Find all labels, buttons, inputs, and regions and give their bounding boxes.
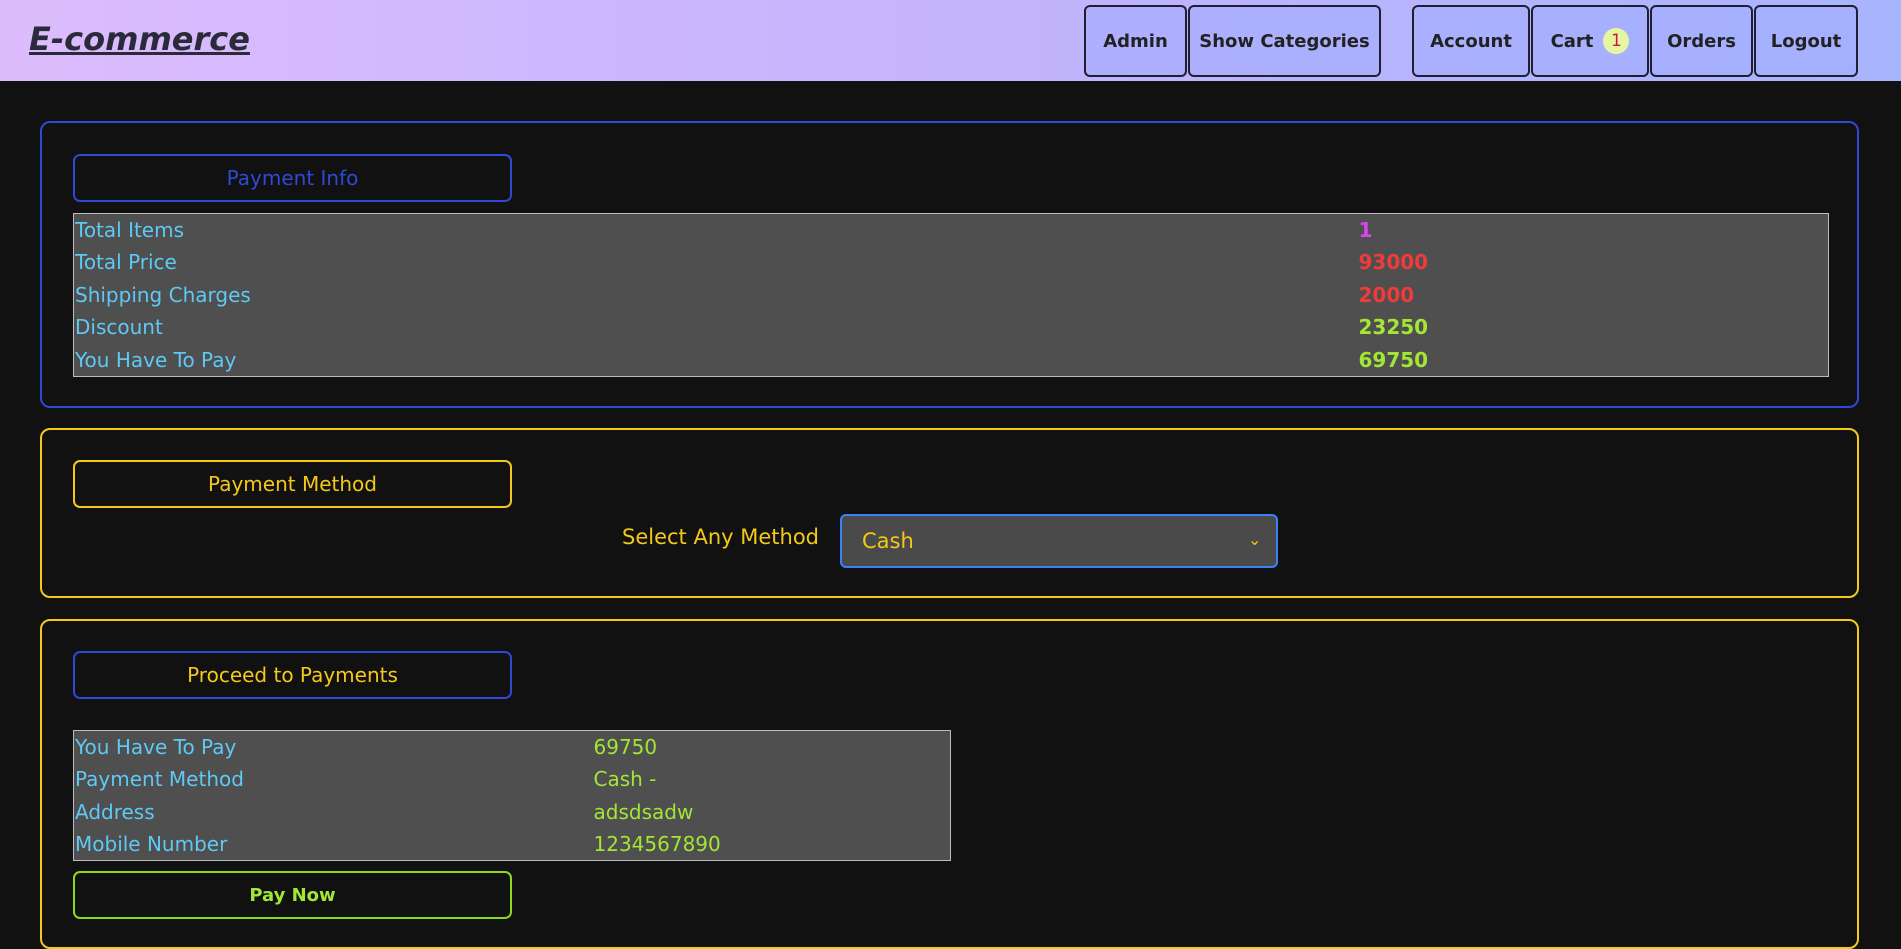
discount-label: Discount [75, 315, 163, 340]
payment-method-title: Payment Method [73, 460, 512, 508]
you-have-to-pay-label: You Have To Pay [75, 347, 237, 372]
table-row: Discount 23250 [74, 311, 1829, 344]
cart-label: Cart [1550, 30, 1594, 52]
table-row: Mobile Number 1234567890 [74, 828, 951, 861]
table-row: Total Price 93000 [74, 246, 1829, 279]
proceed-payments-panel: Proceed to Payments You Have To Pay 6975… [40, 619, 1859, 949]
table-row: You Have To Pay 69750 [74, 731, 951, 764]
payment-info-title: Payment Info [73, 154, 512, 202]
cart-button[interactable]: Cart 1 [1531, 5, 1649, 77]
brand-logo[interactable]: E-commerce [29, 20, 250, 58]
proceed-method-label: Payment Method [75, 767, 244, 792]
mobile-number-value: 1234567890 [593, 832, 721, 856]
pay-now-button[interactable]: Pay Now [73, 871, 512, 919]
table-row: Shipping Charges 2000 [74, 279, 1829, 312]
show-categories-button[interactable]: Show Categories [1188, 5, 1381, 77]
address-value: adsdsadw [593, 799, 694, 824]
admin-button[interactable]: Admin [1084, 5, 1187, 77]
table-row: Address adsdsadw [74, 796, 951, 829]
shipping-charges-label: Shipping Charges [75, 282, 251, 307]
proceed-pay-value: 69750 [593, 735, 658, 759]
you-have-to-pay-value: 69750 [1358, 347, 1429, 372]
table-row: You Have To Pay 69750 [74, 344, 1829, 377]
logout-button[interactable]: Logout [1754, 5, 1858, 77]
account-button[interactable]: Account [1412, 5, 1530, 77]
shipping-charges-value: 2000 [1358, 282, 1415, 307]
table-row: Payment Method Cash - [74, 763, 951, 796]
payment-info-table: Total Items 1 Total Price 93000 Shipping… [73, 213, 1829, 377]
orders-button[interactable]: Orders [1650, 5, 1753, 77]
total-price-label: Total Price [75, 250, 177, 275]
payment-info-panel: Payment Info Total Items 1 Total Price 9… [40, 121, 1859, 408]
discount-value: 23250 [1358, 315, 1429, 340]
table-row: Total Items 1 [74, 214, 1829, 247]
proceed-method-value: Cash - [593, 767, 657, 792]
mobile-number-label: Mobile Number [75, 832, 228, 856]
select-method-label: Select Any Method [622, 525, 819, 549]
top-navbar: E-commerce Admin Show Categories Account… [0, 0, 1901, 81]
proceed-payments-table: You Have To Pay 69750 Payment Method Cas… [73, 730, 951, 861]
total-price-value: 93000 [1358, 250, 1429, 275]
cart-count-badge: 1 [1603, 28, 1630, 54]
payment-method-panel: Payment Method Select Any Method Cash ⌄ [40, 428, 1859, 598]
total-items-label: Total Items [75, 218, 185, 242]
proceed-payments-title: Proceed to Payments [73, 651, 512, 699]
total-items-value: 1 [1358, 218, 1373, 242]
address-label: Address [75, 799, 155, 824]
payment-method-select[interactable]: Cash [840, 514, 1278, 568]
proceed-pay-label: You Have To Pay [75, 735, 237, 759]
